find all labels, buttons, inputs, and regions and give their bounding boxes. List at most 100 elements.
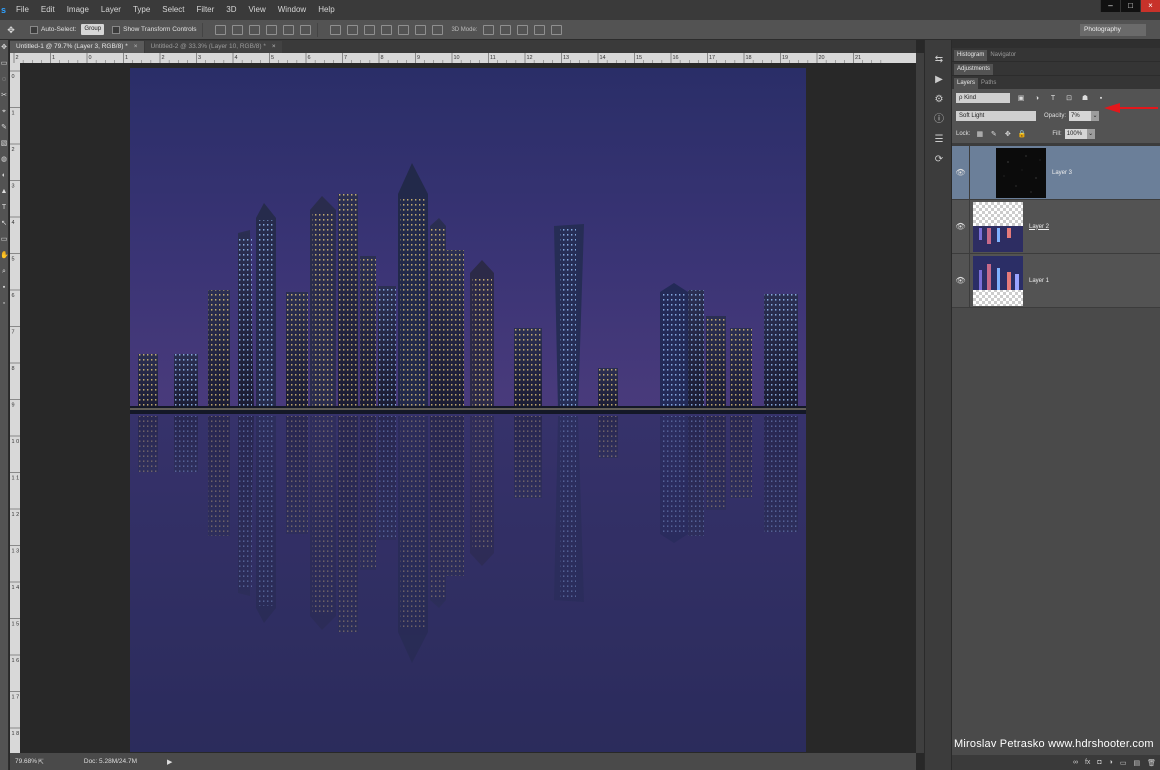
delete-layer-icon[interactable]: 🗑 [1147, 759, 1156, 767]
adjustment-filter-icon[interactable]: ◑ [1032, 94, 1042, 103]
auto-select-checkbox[interactable] [30, 25, 38, 34]
layer-name[interactable]: Layer 1 [1029, 278, 1049, 284]
layer-row[interactable]: 👁 Layer 3 [952, 145, 1160, 200]
new-group-icon[interactable]: ▭ [1120, 759, 1127, 767]
minimize-button[interactable]: – [1100, 0, 1120, 12]
menu-window[interactable]: Window [272, 0, 312, 20]
move-tool-icon[interactable]: ✥ [0, 43, 8, 53]
maximize-button[interactable]: □ [1120, 0, 1140, 12]
zoom-tool-icon[interactable]: ⌕ [0, 267, 8, 277]
kind-filter-dropdown[interactable]: ρ Kind [956, 93, 1010, 103]
opacity-input[interactable]: 7% [1069, 111, 1092, 121]
hand-tool-icon[interactable]: ✋ [0, 251, 9, 261]
distribute-left-icon[interactable] [381, 24, 393, 35]
close-window-button[interactable]: × [1140, 0, 1160, 12]
align-middle-icon[interactable] [232, 24, 244, 35]
3d-slide-icon[interactable] [534, 24, 546, 35]
layer-name[interactable]: Layer 2 [1029, 224, 1049, 230]
properties-panel-icon[interactable]: ☰ [925, 130, 953, 150]
align-top-icon[interactable] [215, 24, 227, 35]
marquee-tool-icon[interactable]: ▭ [0, 59, 8, 69]
link-layers-icon[interactable]: ∞ [1073, 759, 1078, 766]
3d-rotate-icon[interactable] [483, 24, 495, 35]
blend-mode-dropdown[interactable]: Soft Light [956, 111, 1036, 121]
tab-paths[interactable]: Paths [978, 78, 999, 89]
3d-drag-icon[interactable] [517, 24, 529, 35]
menu-file[interactable]: File [10, 0, 35, 20]
align-right-icon[interactable] [300, 24, 312, 35]
clone-stamp-tool-icon[interactable]: ▧ [0, 139, 8, 149]
adjustment-layer-icon[interactable]: ◑ [1109, 759, 1113, 766]
3d-scale-icon[interactable] [551, 24, 563, 35]
new-layer-icon[interactable]: ▤ [1133, 759, 1140, 767]
eyedropper-tool-icon[interactable]: ⌖ [0, 107, 8, 117]
workspace-dropdown[interactable]: Photography [1080, 24, 1146, 36]
fill-dropdown-icon[interactable]: ⌄ [1086, 129, 1095, 139]
distribute-center-icon[interactable] [398, 24, 410, 35]
distribute-right-icon[interactable] [415, 24, 427, 35]
horizontal-ruler[interactable]: 2 1 0 1 2 3 4 5 6 7 8 9 10 11 12 13 14 15 16 17 18 19 20 21 [10, 53, 916, 63]
layer-name[interactable]: Layer 3 [1052, 170, 1072, 176]
shape-tool-icon[interactable]: ▭ [0, 235, 8, 245]
distribute-bottom-icon[interactable] [364, 24, 376, 35]
foreground-color-swatch[interactable]: ▪ [0, 283, 8, 293]
blur-tool-icon[interactable]: ▲ [0, 187, 8, 197]
brush-tool-icon[interactable]: ✎ [0, 123, 8, 133]
transform-controls-checkbox[interactable] [112, 25, 121, 34]
close-tab-icon[interactable]: × [272, 43, 276, 50]
menu-edit[interactable]: Edit [35, 0, 61, 20]
lock-transparent-icon[interactable]: ▦ [975, 130, 984, 139]
photoshop-logo-icon[interactable]: s [0, 0, 10, 20]
tab-navigator[interactable]: Navigator [987, 50, 1019, 61]
menu-3d[interactable]: 3D [220, 0, 242, 20]
clone-source-panel-icon[interactable]: ⟳ [925, 150, 953, 170]
vertical-ruler[interactable]: 0 1 2 3 4 5 6 7 8 9 1 0 1 1 1 2 1 3 1 4 1 5 1 6 1 7 1 8 [10, 63, 20, 753]
history-panel-icon[interactable]: ⇆ [925, 50, 953, 70]
lock-image-icon[interactable]: ✎ [989, 130, 998, 139]
align-center-icon[interactable] [283, 24, 295, 35]
zoom-level[interactable]: 79.68% [10, 758, 38, 765]
lock-all-icon[interactable]: 🔒 [1017, 130, 1026, 139]
distribute-top-icon[interactable] [330, 24, 342, 35]
tab-untitled-2[interactable]: Untitled-2 @ 33.3% (Layer 10, RGB/8) * × [144, 41, 282, 53]
auto-align-icon[interactable] [432, 24, 444, 35]
lasso-tool-icon[interactable]: ◌ [0, 75, 8, 85]
menu-image[interactable]: Image [61, 0, 95, 20]
lock-position-icon[interactable]: ✥ [1003, 130, 1012, 139]
pixel-filter-icon[interactable]: ▣ [1016, 94, 1026, 103]
path-selection-tool-icon[interactable]: ↖ [0, 219, 8, 229]
menu-layer[interactable]: Layer [95, 0, 127, 20]
fill-input[interactable]: 100% [1064, 129, 1087, 139]
smart-object-filter-icon[interactable]: ☗ [1080, 94, 1090, 103]
layer-style-icon[interactable]: fx [1085, 759, 1090, 766]
menu-help[interactable]: Help [312, 0, 340, 20]
layer-row[interactable]: 👁 Layer 1 [952, 253, 1160, 308]
tab-layers[interactable]: Layers [954, 78, 979, 89]
menu-select[interactable]: Select [156, 0, 190, 20]
shape-filter-icon[interactable]: ⊡ [1064, 94, 1074, 103]
actions-panel-icon[interactable]: ▶ [925, 70, 953, 90]
layer-row[interactable]: 👁 Layer 2 [952, 199, 1160, 254]
info-panel-icon[interactable]: ⓘ [925, 110, 953, 130]
align-left-icon[interactable] [266, 24, 278, 35]
canvas-area[interactable] [20, 63, 916, 753]
align-bottom-icon[interactable] [249, 24, 261, 35]
canvas-vertical-scrollbar[interactable] [916, 53, 924, 753]
move-tool-preset-icon[interactable]: ✥ [0, 23, 22, 37]
type-filter-icon[interactable]: T [1048, 94, 1058, 103]
brush-panel-icon[interactable]: ⚙ [925, 90, 953, 110]
background-color-swatch[interactable]: ▫ [0, 299, 8, 309]
auto-select-dropdown[interactable]: Group [81, 24, 105, 35]
menu-view[interactable]: View [243, 0, 272, 20]
menu-type[interactable]: Type [127, 0, 156, 20]
type-tool-icon[interactable]: T [0, 203, 8, 213]
crop-tool-icon[interactable]: ✂ [0, 91, 8, 101]
history-brush-tool-icon[interactable]: ◍ [0, 155, 8, 165]
status-menu-arrow-icon[interactable]: ▶ [167, 758, 172, 766]
document-canvas[interactable] [130, 68, 806, 752]
distribute-middle-icon[interactable] [347, 24, 359, 35]
close-tab-icon[interactable]: × [134, 43, 138, 50]
visibility-eye-icon[interactable]: 👁 [952, 253, 970, 308]
layer-mask-icon[interactable]: ◘ [1097, 759, 1101, 766]
tab-untitled-1[interactable]: Untitled-1 @ 79.7% (Layer 3, RGB/8) * × [10, 41, 144, 53]
